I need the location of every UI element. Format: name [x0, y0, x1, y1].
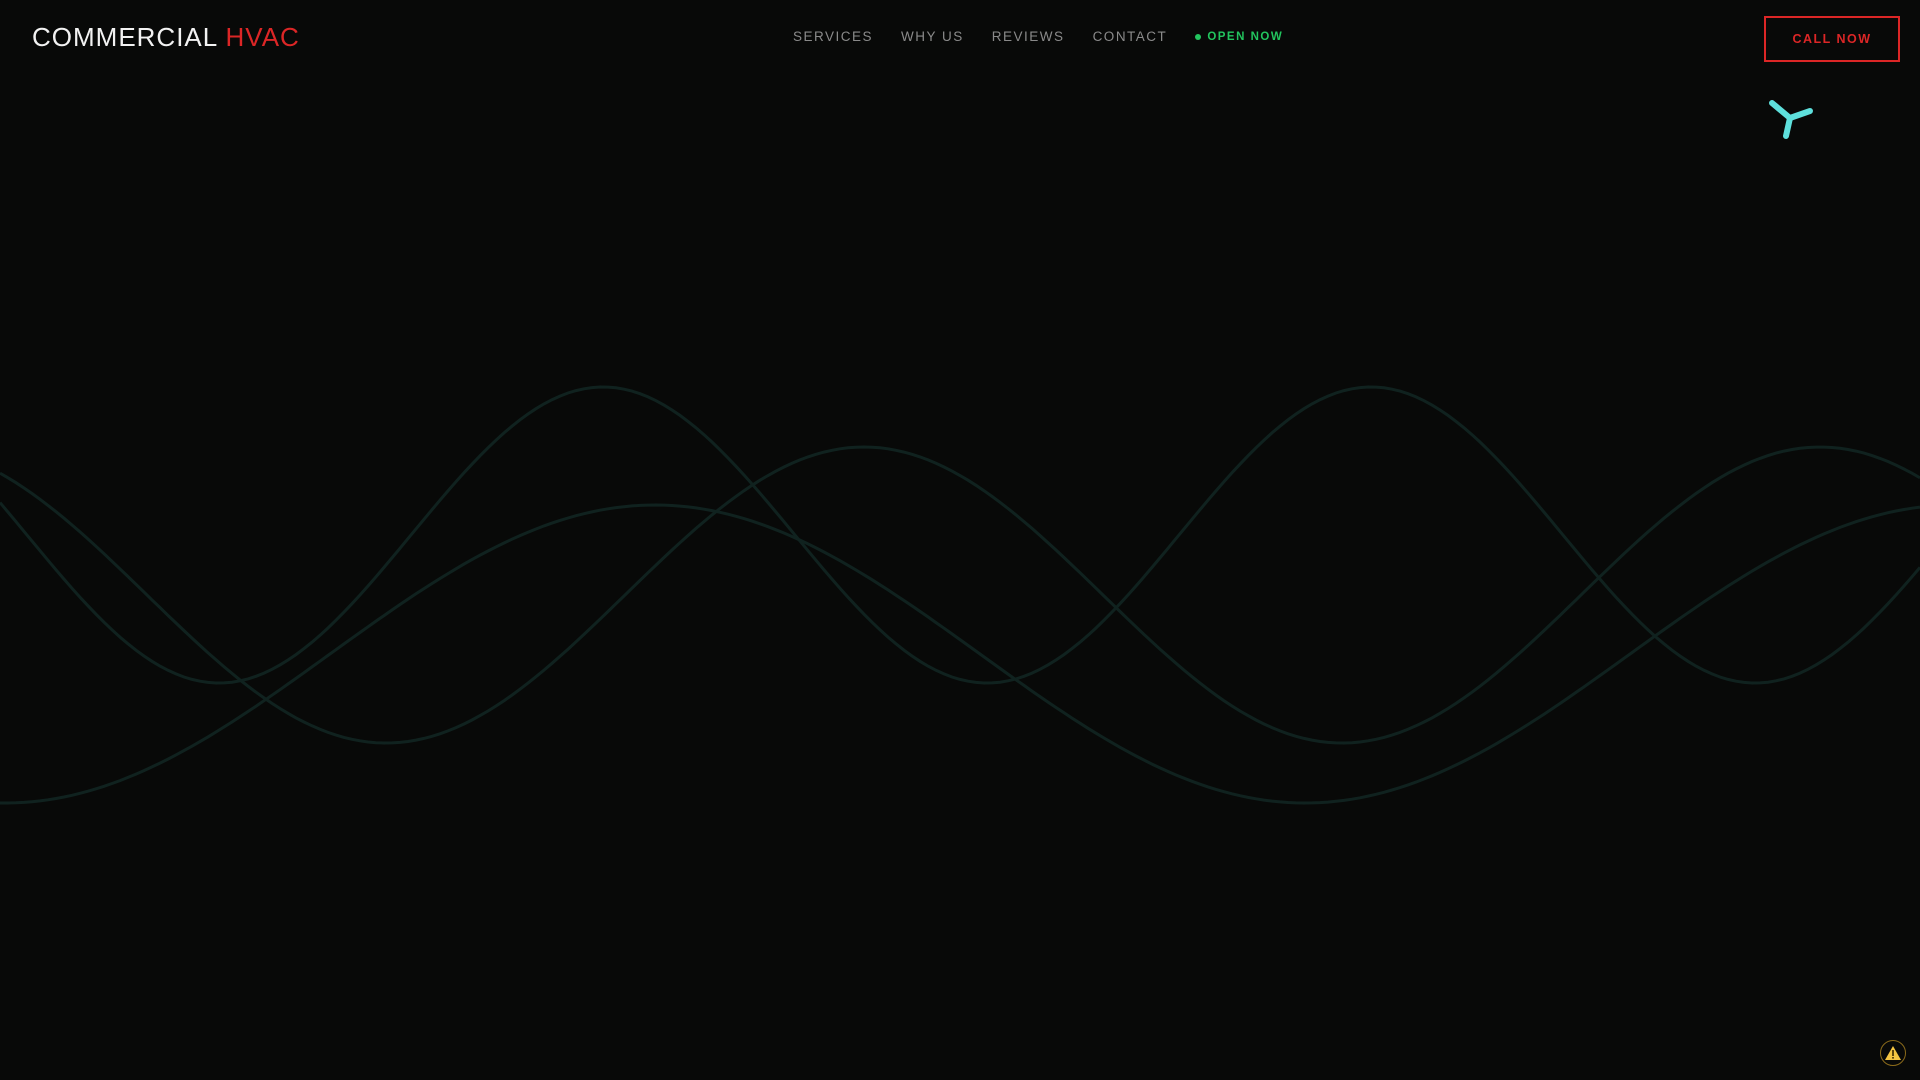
wave-line — [0, 445, 1920, 745]
main-nav: SERVICES WHY US REVIEWS CONTACT OPEN NOW — [793, 29, 1283, 44]
logo-main: COMMERCIAL — [32, 22, 218, 52]
nav-contact[interactable]: CONTACT — [1093, 29, 1168, 44]
page: COMMERCIAL HVAC SERVICES WHY US REVIEWS … — [0, 0, 1920, 1080]
logo-accent: HVAC — [225, 22, 300, 52]
nav-reviews[interactable]: REVIEWS — [992, 29, 1065, 44]
status-dot-icon — [1195, 33, 1202, 40]
warning-icon — [1885, 1046, 1901, 1060]
nav-why-us[interactable]: WHY US — [901, 29, 964, 44]
wave-background — [0, 385, 1920, 805]
open-status-label: OPEN NOW — [1207, 30, 1284, 43]
open-status-badge: OPEN NOW — [1195, 31, 1283, 43]
fan-icon — [1769, 100, 1813, 139]
nav-services[interactable]: SERVICES — [793, 29, 873, 44]
warning-button[interactable] — [1880, 1040, 1906, 1066]
wave-line — [0, 503, 1920, 805]
call-now-button[interactable]: CALL NOW — [1764, 16, 1900, 62]
logo[interactable]: COMMERCIAL HVAC — [32, 22, 300, 53]
